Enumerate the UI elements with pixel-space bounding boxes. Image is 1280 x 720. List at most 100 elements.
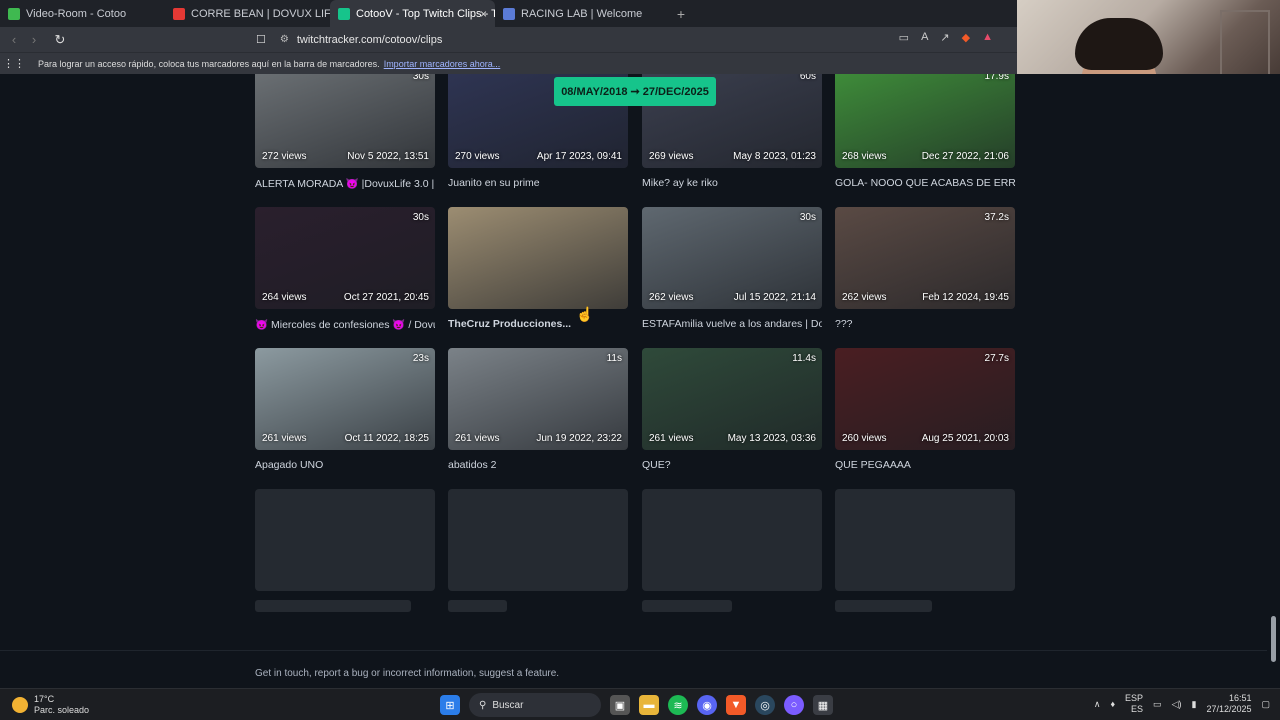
discord-icon[interactable]: ◉ (697, 695, 717, 715)
back-icon[interactable]: ‹ (4, 32, 24, 47)
clip-title[interactable]: GOLA- NOOO QUE ACABAS DE ERRAR (835, 177, 1015, 189)
clip-card[interactable]: 11.4s 261 views May 13 2023, 03:36 QUE? (642, 348, 822, 471)
tab-video-room[interactable]: Video-Room - Cotoo (0, 0, 165, 27)
clip-views: 270 views (455, 151, 500, 162)
clip-date: Aug 25 2021, 20:03 (921, 433, 1009, 444)
clip-title[interactable]: ESTAFAmilia vuelve a los andares | Dov..… (642, 318, 822, 330)
clip-title[interactable]: ??? (835, 318, 1015, 330)
clip-card[interactable]: 37.2s 262 views Feb 12 2024, 19:45??? (835, 207, 1015, 330)
taskbar-search[interactable]: ⚲ Buscar (469, 693, 601, 717)
clip-views: 268 views (842, 151, 887, 162)
tray-chevron-up-icon[interactable]: ∧ (1094, 699, 1101, 710)
clock[interactable]: 16:51 27/12/2025 (1206, 693, 1251, 715)
weather-widget[interactable]: 17°C Parc. soleado (12, 694, 89, 716)
tab-label: RACING LAB | Welcome (521, 7, 643, 20)
loading-placeholder-card (642, 489, 822, 612)
clip-date: Jun 19 2022, 23:22 (536, 433, 622, 444)
clip-card[interactable]: 27.7s 260 views Aug 25 2021, 20:03 QUE PEGA… (835, 348, 1015, 471)
steam-icon[interactable]: ◎ (755, 695, 775, 715)
clip-thumbnail[interactable] (448, 207, 628, 309)
volume-icon[interactable]: ◁) (1172, 699, 1182, 710)
clip-title[interactable]: 😈 Miercoles de confesiones 😈 / Dovu... (255, 318, 435, 331)
microphone-icon[interactable]: ♦ (1110, 699, 1115, 709)
url-field[interactable]: ☐ ⚙ twitchtracker.com/cotoov/clips (256, 29, 996, 50)
mouse-cursor-icon: ☝ (576, 306, 594, 322)
install-app-icon[interactable]: ▭ (899, 31, 909, 44)
network-icon[interactable]: ▭ (1153, 699, 1162, 710)
clip-thumbnail[interactable]: 11.4s 261 views May 13 2023, 03:36 (642, 348, 822, 450)
spotify-icon[interactable]: ≋ (668, 695, 688, 715)
notifications-icon[interactable]: ▢ (1261, 699, 1270, 710)
clip-thumbnail[interactable]: 37.2s 262 views Feb 12 2024, 19:45 (835, 207, 1015, 309)
clip-title[interactable]: TheCruz Producciones... (448, 318, 628, 330)
tab-bar: Video-Room - Cotoo CORRE BEAN | DOVUX LI… (0, 0, 1017, 27)
clip-title[interactable]: QUE? (642, 459, 822, 471)
clock-time: 16:51 (1228, 693, 1252, 703)
apps-grid-icon[interactable]: ⋮⋮ (0, 57, 28, 70)
footer-text[interactable]: Get in touch, report a bug or incorrect … (255, 668, 559, 679)
clip-title[interactable]: abatidos 2 (448, 459, 628, 471)
clip-date: Oct 11 2022, 18:25 (344, 433, 429, 444)
address-bar-row: ‹ › ↻ ☐ ⚙ twitchtracker.com/cotoov/clips… (0, 27, 1017, 52)
loading-title (255, 600, 411, 612)
rewards-icon[interactable]: ▲ (982, 31, 993, 44)
clip-duration: 11.4s (792, 353, 816, 364)
clip-card[interactable]: 11s 261 views Jun 19 2022, 23:22 abatidos 2 (448, 348, 628, 471)
clip-card[interactable]: TheCruz Producciones... (448, 207, 628, 330)
site-info-icon[interactable]: ⚙ (280, 34, 289, 45)
file-explorer-icon[interactable]: ▬ (639, 695, 659, 715)
bookmark-icon[interactable]: ☐ (256, 33, 266, 46)
share-icon[interactable]: ↗ (940, 31, 949, 44)
windows-taskbar: 17°C Parc. soleado ⊞ ⚲ Buscar ▣ ▬ ≋ ◉ ▼ … (0, 688, 1280, 720)
racing-lab-favicon-icon (503, 7, 515, 20)
clip-thumbnail[interactable]: 23s 261 views Oct 11 2022, 18:25 (255, 348, 435, 450)
clip-views: 262 views (842, 292, 887, 303)
clip-title[interactable]: Juanito en su prime (448, 177, 628, 189)
scrollbar-thumb[interactable] (1271, 616, 1276, 662)
forward-icon[interactable]: › (24, 32, 44, 47)
new-tab-button[interactable]: + (666, 0, 696, 27)
clip-duration: 30s (412, 74, 429, 82)
obs-icon[interactable]: ○ (784, 695, 804, 715)
close-tab-icon[interactable]: × (480, 7, 487, 21)
clip-card[interactable]: 30s 264 views Oct 27 2021, 20:45 😈 Miercole… (255, 207, 435, 331)
loading-placeholder-card (835, 489, 1015, 612)
translate-icon[interactable]: A (921, 31, 928, 44)
bookmarks-hint: Para lograr un acceso rápido, coloca tus… (38, 58, 380, 69)
app-icon[interactable]: ▦ (813, 695, 833, 715)
system-tray: ∧ ♦ ESP ES ▭ ◁) ▮ 16:51 27/12/2025 ▢ (1094, 693, 1270, 715)
clip-thumbnail[interactable]: 30s 272 views Nov 5 2022, 13:51 (255, 74, 435, 168)
tab-cotoov-clips[interactable]: CotooV - Top Twitch Clips - Twitc × (330, 0, 495, 27)
loading-thumbnail (642, 489, 822, 591)
input-language[interactable]: ESP ES (1125, 693, 1143, 715)
windows-start-icon[interactable]: ⊞ (440, 695, 460, 715)
clip-date: Dec 27 2022, 21:06 (921, 151, 1009, 162)
brave-browser-icon[interactable]: ▼ (726, 695, 746, 715)
clip-card[interactable]: 17.9s 268 views Dec 27 2022, 21:06 GOLA- NO… (835, 74, 1015, 189)
page-scrollbar[interactable] (1267, 74, 1280, 688)
tab-corre-bean[interactable]: CORRE BEAN | DOVUX LIFE CLIP #Sh (165, 0, 330, 27)
task-view-icon[interactable]: ▣ (610, 695, 630, 715)
date-range-badge[interactable]: 08/MAY/2018 ➞ 27/DEC/2025 (554, 77, 716, 106)
clip-card[interactable]: 23s 261 views Oct 11 2022, 18:25 Apagado UN… (255, 348, 435, 471)
clip-thumbnail[interactable]: 17.9s 268 views Dec 27 2022, 21:06 (835, 74, 1015, 168)
brave-shield-icon[interactable]: ◆ (962, 31, 970, 44)
clip-duration: 30s (799, 212, 816, 223)
loading-placeholder-card (255, 489, 435, 612)
clip-card[interactable]: 30s 272 views Nov 5 2022, 13:51 ALERTA MORA… (255, 74, 435, 190)
clip-thumbnail[interactable]: 27.7s 260 views Aug 25 2021, 20:03 (835, 348, 1015, 450)
clip-views: 272 views (262, 151, 307, 162)
clip-thumbnail[interactable]: 30s 262 views Jul 15 2022, 21:14 (642, 207, 822, 309)
clip-thumbnail[interactable]: 30s 264 views Oct 27 2021, 20:45 (255, 207, 435, 309)
import-bookmarks-link[interactable]: Importar marcadores ahora... (384, 59, 501, 69)
clip-thumbnail[interactable]: 11s 261 views Jun 19 2022, 23:22 (448, 348, 628, 450)
reload-icon[interactable]: ↻ (50, 32, 70, 48)
clip-title[interactable]: ALERTA MORADA 😈 |DovuxLife 3.0 | !... (255, 177, 435, 190)
clip-title[interactable]: Mike? ay ke riko (642, 177, 822, 189)
clip-title[interactable]: QUE PEGAAAA (835, 459, 1015, 471)
clip-title[interactable]: Apagado UNO (255, 459, 435, 471)
weather-desc: Parc. soleado (34, 705, 90, 715)
battery-icon[interactable]: ▮ (1191, 699, 1196, 710)
clip-card[interactable]: 30s 262 views Jul 15 2022, 21:14 ESTAFAmili… (642, 207, 822, 330)
tab-racing-lab[interactable]: RACING LAB | Welcome (495, 0, 660, 27)
